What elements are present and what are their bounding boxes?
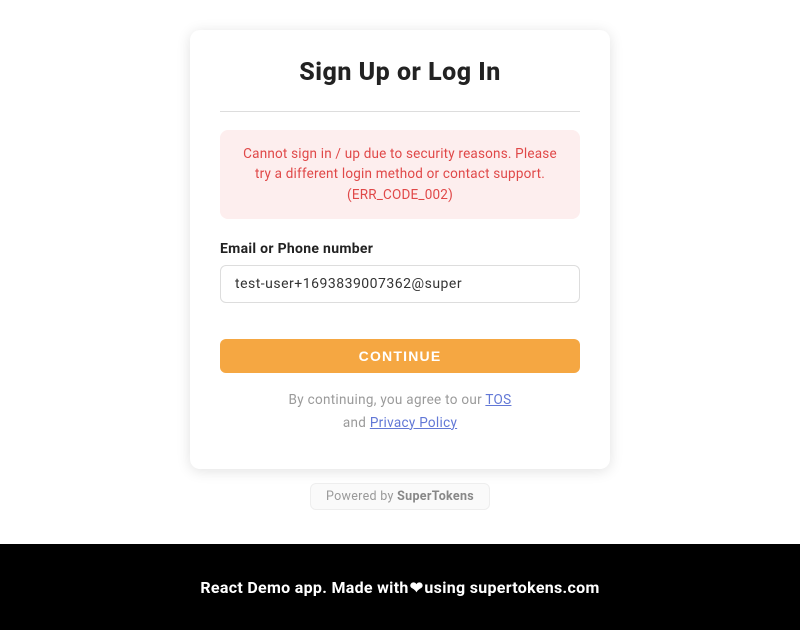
- terms-text: By continuing, you agree to our TOS and …: [220, 389, 580, 435]
- tos-link[interactable]: TOS: [485, 392, 511, 408]
- divider: [220, 111, 580, 112]
- terms-prefix: By continuing, you agree to our: [289, 392, 486, 408]
- powered-by-badge: Powered by SuperTokens: [310, 483, 490, 510]
- footer-bar: React Demo app. Made with ❤ using supert…: [0, 544, 800, 630]
- terms-middle: and: [343, 415, 370, 431]
- powered-prefix: Powered by: [326, 489, 397, 504]
- powered-brand: SuperTokens: [397, 489, 474, 504]
- email-phone-label: Email or Phone number: [220, 241, 580, 257]
- error-banner: Cannot sign in / up due to security reas…: [220, 130, 580, 219]
- footer-prefix: React Demo app. Made with: [200, 578, 408, 597]
- privacy-link[interactable]: Privacy Policy: [370, 415, 457, 431]
- auth-card: Sign Up or Log In Cannot sign in / up du…: [190, 30, 610, 469]
- email-phone-input[interactable]: [220, 265, 580, 303]
- heart-icon: ❤: [410, 578, 424, 597]
- footer-suffix: using supertokens.com: [424, 578, 599, 597]
- error-text: Cannot sign in / up due to security reas…: [240, 144, 560, 205]
- continue-button[interactable]: CONTINUE: [220, 339, 580, 373]
- page-title: Sign Up or Log In: [220, 58, 580, 87]
